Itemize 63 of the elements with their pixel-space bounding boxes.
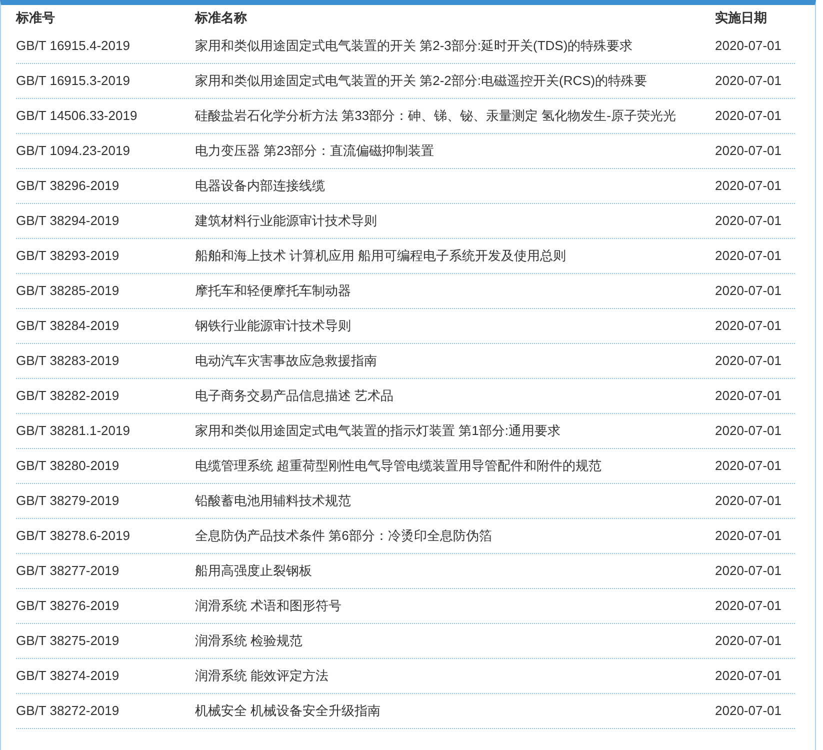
- standard-code: GB/T 38272-2019: [16, 703, 120, 718]
- effective-date: 2020-07-01: [715, 213, 782, 228]
- standard-code: GB/T 38281.1-2019: [16, 423, 130, 438]
- standard-code: GB/T 38296-2019: [16, 178, 120, 193]
- effective-date: 2020-07-01: [715, 143, 782, 158]
- effective-date: 2020-07-01: [715, 178, 782, 193]
- column-header: 标准名称: [195, 9, 248, 27]
- column-header: 实施日期: [715, 9, 768, 27]
- standard-code: GB/T 38285-2019: [16, 283, 120, 298]
- effective-date: 2020-07-01: [715, 458, 782, 473]
- standard-title: 电动汽车灾害事故应急救援指南: [195, 353, 377, 368]
- standard-title: 船舶和海上技术 计算机应用 船用可编程电子系统开发及使用总则: [195, 248, 566, 263]
- standard-title: 摩托车和轻便摩托车制动器: [195, 283, 351, 298]
- effective-date: 2020-07-01: [715, 528, 782, 543]
- effective-date: 2020-07-01: [715, 248, 782, 263]
- standard-code: GB/T 38276-2019: [16, 598, 120, 613]
- standard-title: 船用高强度止裂钢板: [195, 563, 312, 578]
- standard-title: 家用和类似用途固定式电气装置的开关 第2-2部分:电磁遥控开关(RCS)的特殊要: [195, 73, 648, 88]
- column-header: 标准号: [16, 9, 56, 27]
- standard-code: GB/T 14506.33-2019: [16, 108, 138, 123]
- standard-code: GB/T 38280-2019: [16, 458, 120, 473]
- standard-title: 润滑系统 检验规范: [195, 633, 303, 648]
- standard-title: 家用和类似用途固定式电气装置的指示灯装置 第1部分:通用要求: [195, 423, 560, 438]
- effective-date: 2020-07-01: [715, 283, 782, 298]
- effective-date: 2020-07-01: [715, 423, 782, 438]
- effective-date: 2020-07-01: [715, 493, 782, 508]
- standard-code: GB/T 38275-2019: [16, 633, 120, 648]
- standard-code: GB/T 38294-2019: [16, 213, 120, 228]
- standard-title: 润滑系统 术语和图形符号: [195, 598, 342, 613]
- effective-date: 2020-07-01: [715, 703, 782, 718]
- standard-title: 机械安全 机械设备安全升级指南: [195, 703, 381, 718]
- standard-title: 钢铁行业能源审计技术导则: [195, 318, 351, 333]
- standard-code: GB/T 38293-2019: [16, 248, 120, 263]
- standard-title: 电缆管理系统 超重荷型刚性电气导管电缆装置用导管配件和附件的规范: [195, 458, 602, 473]
- standard-code: GB/T 38279-2019: [16, 493, 120, 508]
- standard-title: 润滑系统 能效评定方法: [195, 668, 329, 683]
- standard-code: GB/T 38274-2019: [16, 668, 120, 683]
- effective-date: 2020-07-01: [715, 563, 782, 578]
- standard-title: 电子商务交易产品信息描述 艺术品: [195, 388, 394, 403]
- effective-date: 2020-07-01: [715, 108, 782, 123]
- standard-code: GB/T 38284-2019: [16, 318, 120, 333]
- effective-date: 2020-07-01: [715, 73, 782, 88]
- standard-code: GB/T 38282-2019: [16, 388, 120, 403]
- standard-title: 硅酸盐岩石化学分析方法 第33部分：砷、锑、铋、汞量测定 氢化物发生-原子荧光光: [195, 108, 676, 123]
- standard-code: GB/T 16915.4-2019: [16, 38, 130, 53]
- standard-title: 建筑材料行业能源审计技术导则: [195, 213, 377, 228]
- effective-date: 2020-07-01: [715, 38, 782, 53]
- effective-date: 2020-07-01: [715, 598, 782, 613]
- effective-date: 2020-07-01: [715, 633, 782, 648]
- standard-title: 电器设备内部连接线缆: [195, 178, 325, 193]
- effective-date: 2020-07-01: [715, 668, 782, 683]
- standard-title: 家用和类似用途固定式电气装置的开关 第2-3部分:延时开关(TDS)的特殊要求: [195, 38, 633, 53]
- standard-code: GB/T 16915.3-2019: [16, 73, 130, 88]
- effective-date: 2020-07-01: [715, 388, 782, 403]
- effective-date: 2020-07-01: [715, 318, 782, 333]
- standard-code: GB/T 38278.6-2019: [16, 528, 130, 543]
- standard-code: GB/T 38283-2019: [16, 353, 120, 368]
- effective-date: 2020-07-01: [715, 353, 782, 368]
- standard-title: 铅酸蓄电池用辅料技术规范: [195, 493, 351, 508]
- standard-title: 全息防伪产品技术条件 第6部分：冷烫印全息防伪箔: [195, 528, 492, 543]
- standard-title: 电力变压器 第23部分：直流偏磁抑制装置: [195, 143, 434, 158]
- standard-code: GB/T 38277-2019: [16, 563, 120, 578]
- standard-code: GB/T 1094.23-2019: [16, 143, 130, 158]
